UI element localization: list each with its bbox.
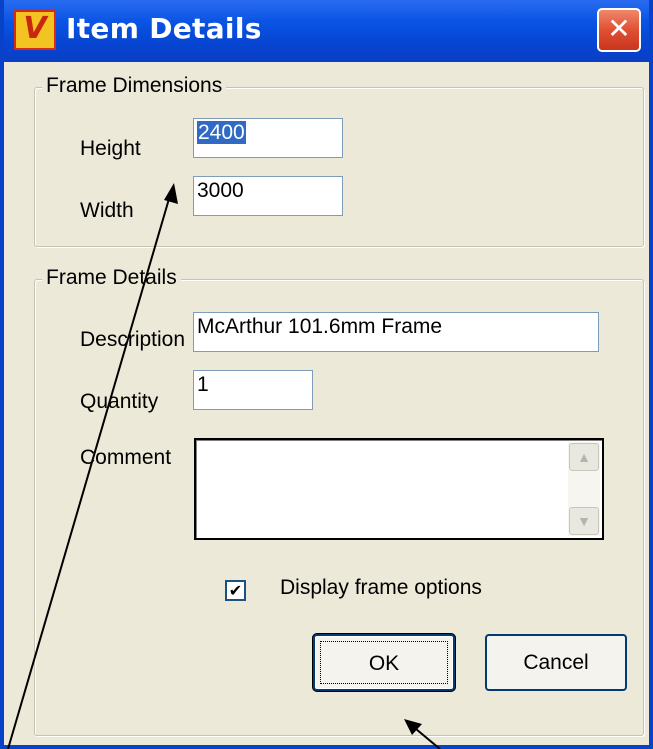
arrow-to-width-field [7,183,178,749]
annotation-overlay [7,183,441,749]
arrow-to-ok-button [404,719,441,749]
